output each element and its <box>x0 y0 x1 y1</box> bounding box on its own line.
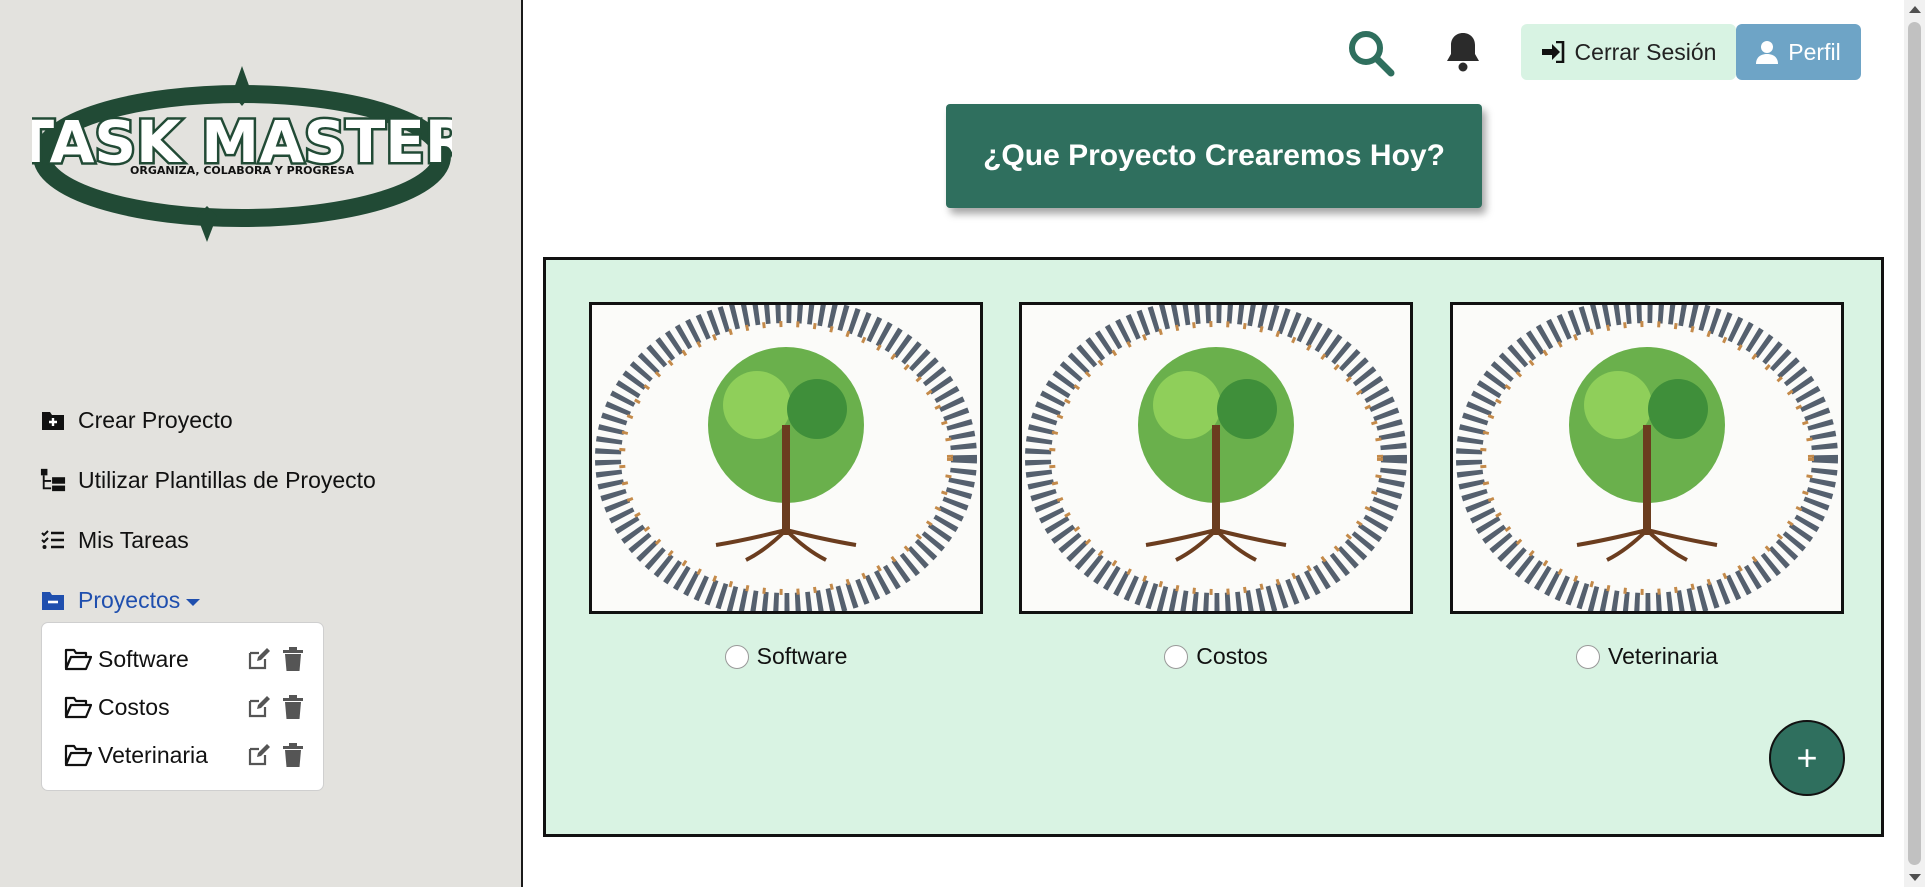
nav-label: Utilizar Plantillas de Proyecto <box>78 466 376 493</box>
create-project-banner[interactable]: ¿Que Proyecto Crearemos Hoy? <box>946 104 1482 208</box>
search-icon[interactable] <box>1346 28 1396 78</box>
sidebar-nav: Crear Proyecto Utilizar Plantillas de Pr… <box>40 390 376 630</box>
nav-proyectos[interactable]: Proyectos <box>40 570 376 630</box>
projects-dropdown: Software Costos Veterinaria <box>41 622 324 791</box>
nav-label: Proyectos <box>78 586 181 613</box>
project-label: Software <box>756 643 848 669</box>
trash-icon[interactable] <box>280 694 306 720</box>
folder-open-icon <box>64 648 92 671</box>
edit-icon[interactable] <box>246 742 272 768</box>
project-label: Costos <box>1196 643 1268 669</box>
project-radio[interactable] <box>724 644 749 669</box>
svg-text:ORGANIZA, COLABORA Y PROGRESA: ORGANIZA, COLABORA Y PROGRESA <box>130 164 354 177</box>
project-card[interactable]: Software <box>589 302 983 670</box>
project-card[interactable]: Veterinaria <box>1450 302 1844 670</box>
project-image <box>1019 302 1413 614</box>
project-name: Software <box>98 645 189 672</box>
project-label: Veterinaria <box>1608 643 1718 669</box>
project-name: Costos <box>98 693 170 720</box>
user-icon <box>1756 41 1779 64</box>
plus-icon: + <box>1796 737 1818 778</box>
projects-panel: Software Costos Veterinaria + <box>543 257 1884 837</box>
task-master-logo: TASK MASTER ORGANIZA, COLABORA Y PROGRES… <box>32 66 452 242</box>
folder-minus-icon <box>40 587 66 613</box>
sidebar: TASK MASTER ORGANIZA, COLABORA Y PROGRES… <box>0 0 523 887</box>
edit-icon[interactable] <box>246 646 272 672</box>
logout-label: Cerrar Sesión <box>1574 38 1717 65</box>
page-scrollbar[interactable] <box>1904 0 1925 887</box>
project-radio[interactable] <box>1576 644 1601 669</box>
project-option: Software <box>589 643 983 670</box>
scroll-down-arrow-icon[interactable] <box>1909 874 1921 881</box>
nav-label: Crear Proyecto <box>78 406 233 433</box>
list-check-icon <box>40 527 66 553</box>
project-image <box>589 302 983 614</box>
trash-icon[interactable] <box>280 646 306 672</box>
scroll-thumb[interactable] <box>1908 22 1921 865</box>
dropdown-project-item[interactable]: Software <box>42 635 323 683</box>
bell-icon[interactable] <box>1444 30 1482 72</box>
sitemap-icon <box>40 467 66 493</box>
chevron-down-icon <box>186 598 201 606</box>
project-name: Veterinaria <box>98 741 208 768</box>
dropdown-project-item[interactable]: Costos <box>42 683 323 731</box>
nav-plantillas[interactable]: Utilizar Plantillas de Proyecto <box>40 450 376 510</box>
folder-plus-icon <box>40 407 66 433</box>
scroll-up-arrow-icon[interactable] <box>1909 6 1921 13</box>
profile-button[interactable]: Perfil <box>1736 24 1861 80</box>
edit-icon[interactable] <box>246 694 272 720</box>
sign-in-icon <box>1541 41 1564 63</box>
profile-label: Perfil <box>1788 38 1841 65</box>
nav-mis-tareas[interactable]: Mis Tareas <box>40 510 376 570</box>
trash-icon[interactable] <box>280 742 306 768</box>
nav-label: Mis Tareas <box>78 526 189 553</box>
folder-open-icon <box>64 696 92 719</box>
project-image <box>1450 302 1844 614</box>
project-radio[interactable] <box>1164 644 1189 669</box>
dropdown-project-item[interactable]: Veterinaria <box>42 731 323 779</box>
project-option: Veterinaria <box>1450 643 1844 670</box>
add-project-button[interactable]: + <box>1769 720 1845 796</box>
banner-text: ¿Que Proyecto Crearemos Hoy? <box>983 139 1445 172</box>
logout-button[interactable]: Cerrar Sesión <box>1521 24 1736 80</box>
project-card[interactable]: Costos <box>1019 302 1413 670</box>
nav-crear-proyecto[interactable]: Crear Proyecto <box>40 390 376 450</box>
project-option: Costos <box>1019 643 1413 670</box>
folder-open-icon <box>64 744 92 767</box>
